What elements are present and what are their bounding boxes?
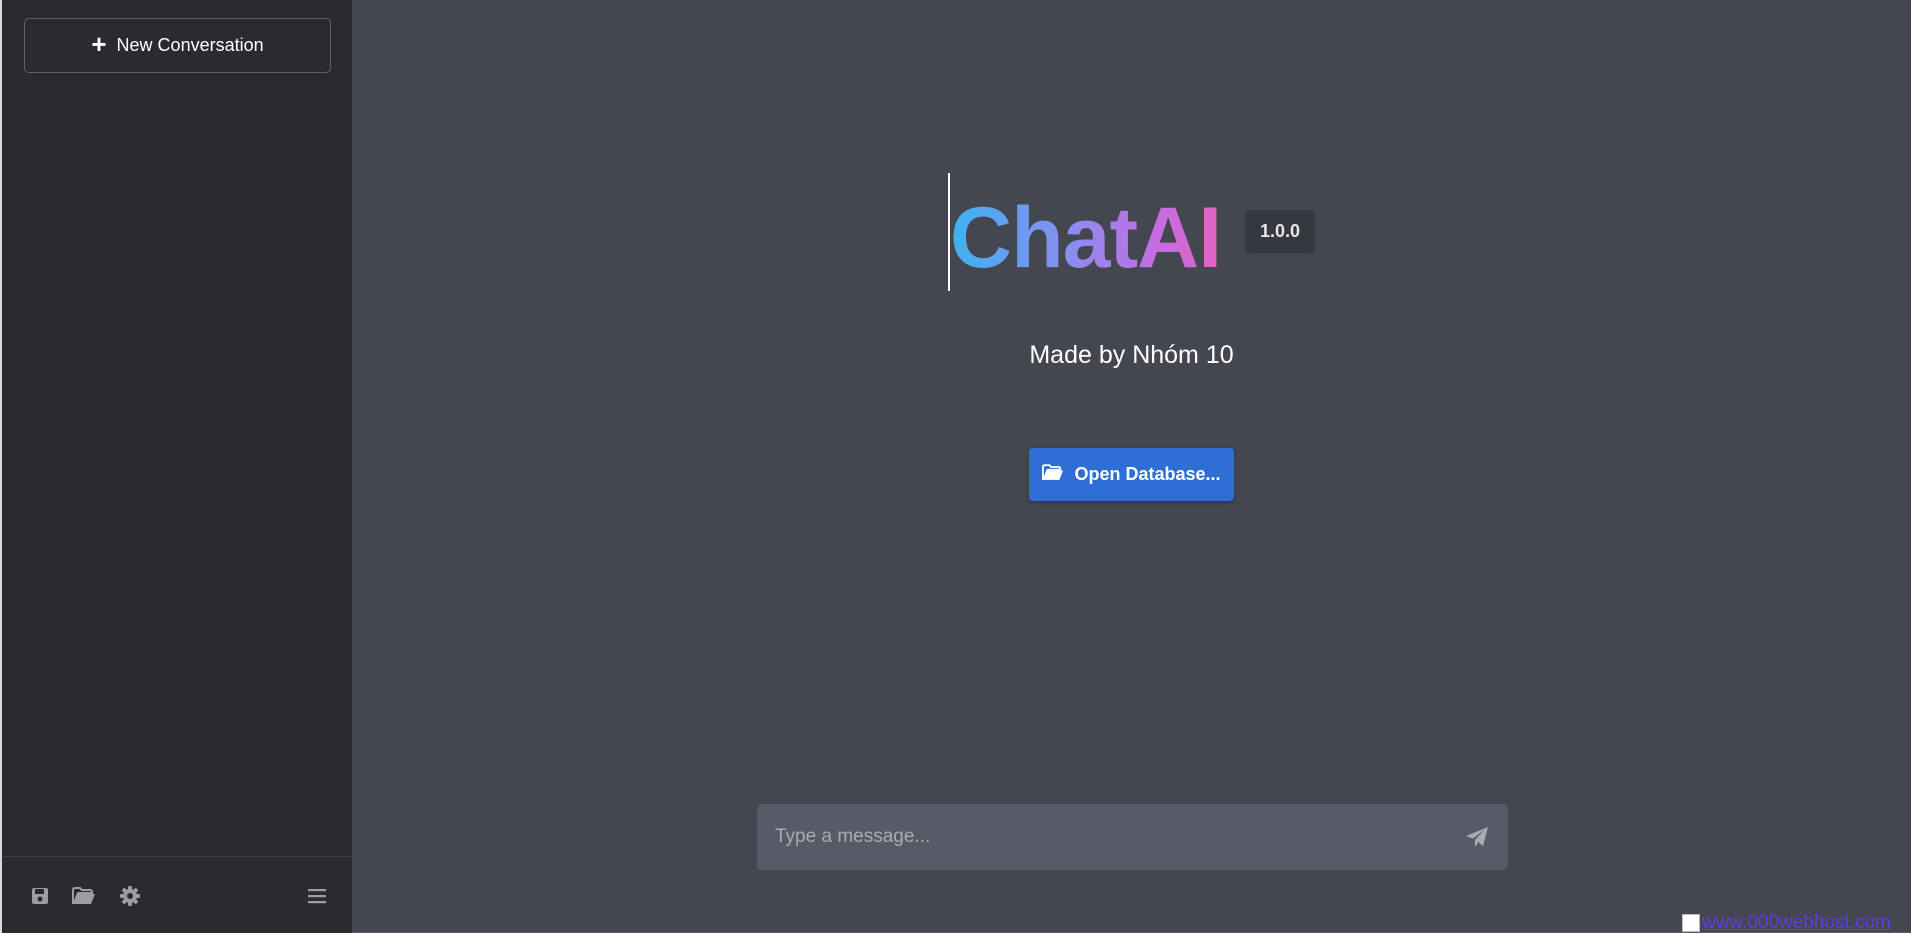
broken-image-icon [1681,914,1700,932]
made-by-text: Made by Nhóm 10 [1029,341,1234,369]
open-database-button[interactable]: Open Database... [1029,448,1234,501]
version-badge: 1.0.0 [1245,210,1315,253]
folder-open-icon[interactable] [72,884,96,908]
menu-icon[interactable] [305,884,329,908]
app-window: + New Conversation ChatAI 1.0.0 Made by … [0,0,1911,933]
gear-icon[interactable] [118,884,142,908]
main-panel: ChatAI 1.0.0 Made by Nhóm 10 Open Databa… [352,0,1911,933]
sidebar-footer [2,856,352,933]
save-icon[interactable] [28,884,52,908]
plus-icon: + [91,29,107,59]
app-logo: ChatAI [950,183,1222,293]
send-icon[interactable] [1464,825,1490,849]
message-input[interactable] [775,804,1435,870]
new-conversation-button[interactable]: + New Conversation [24,18,331,73]
webhost-link[interactable]: www.000webhost.com [1681,908,1891,932]
folder-open-icon [1042,463,1064,486]
new-conversation-label: New Conversation [116,35,264,55]
message-composer [757,804,1508,870]
sidebar: + New Conversation [0,0,352,933]
open-database-label: Open Database... [1074,464,1221,484]
webhost-link-text: www.000webhost.com [1701,912,1891,932]
